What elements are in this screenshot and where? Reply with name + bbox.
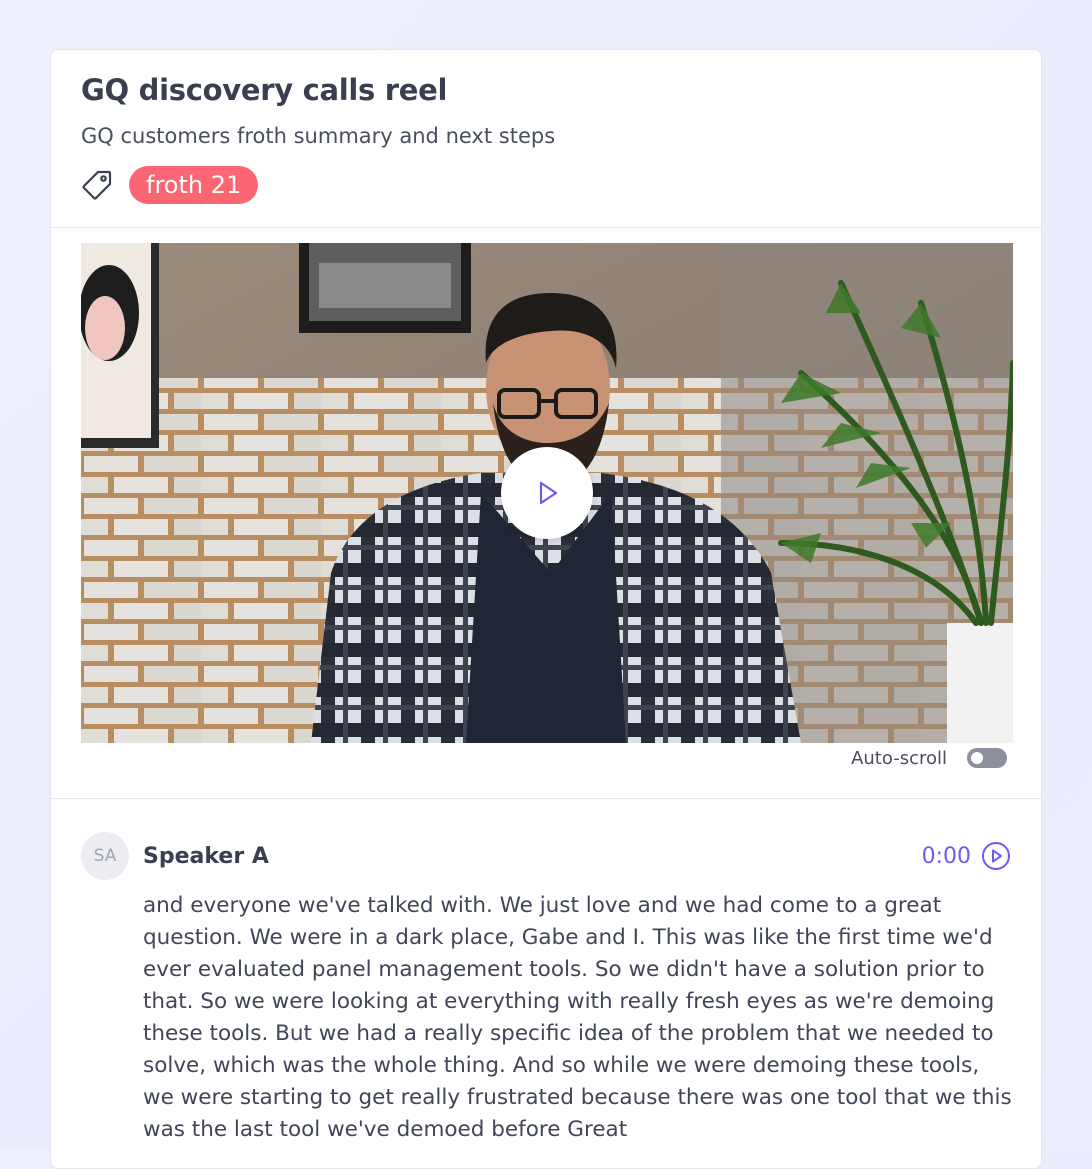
page-title: GQ discovery calls reel — [81, 73, 448, 107]
play-button[interactable] — [501, 447, 593, 539]
tags-row: froth 21 — [81, 166, 1011, 204]
tag-icon — [81, 169, 113, 201]
play-icon — [532, 478, 562, 508]
autoscroll-toggle[interactable] — [967, 748, 1007, 768]
transcript: SA Speaker A 0:00 and everyone we've tal… — [51, 799, 1041, 1146]
reel-card: GQ discovery calls reel GQ customers fro… — [50, 49, 1042, 1169]
timestamp-label: 0:00 — [921, 843, 971, 869]
toggle-knob — [971, 752, 983, 764]
speaker-row: SA Speaker A 0:00 — [81, 832, 1011, 880]
speaker-name: Speaker A — [143, 843, 269, 869]
play-circle-icon — [981, 841, 1011, 871]
media-section: Auto-scroll — [51, 228, 1041, 799]
reel-header: GQ discovery calls reel GQ customers fro… — [51, 50, 1041, 228]
tag-chip[interactable]: froth 21 — [129, 166, 259, 204]
avatar: SA — [81, 832, 129, 880]
autoscroll-control: Auto-scroll — [851, 744, 1007, 772]
timestamp-button[interactable]: 0:00 — [922, 841, 1011, 871]
page-subtitle: GQ customers froth summary and next step… — [81, 124, 556, 148]
autoscroll-label: Auto-scroll — [851, 747, 947, 769]
transcript-text: and everyone we've talked with. We just … — [143, 893, 1012, 1142]
video-player[interactable] — [81, 243, 1013, 743]
